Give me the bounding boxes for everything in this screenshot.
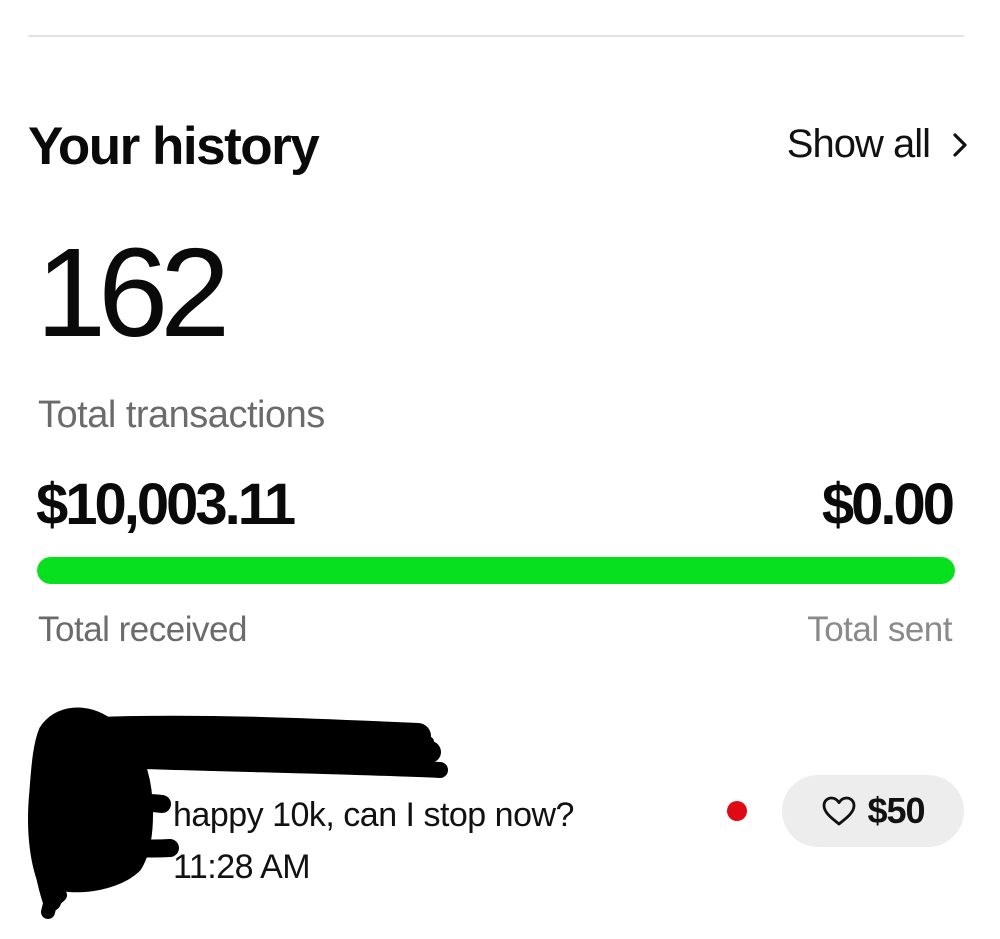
received-sent-bar bbox=[37, 557, 955, 584]
top-divider bbox=[28, 35, 964, 37]
received-bar-fill bbox=[37, 557, 955, 584]
total-received-label: Total received bbox=[38, 610, 247, 649]
total-sent-amount: $0.00 bbox=[821, 472, 955, 537]
like-button[interactable]: $50 bbox=[782, 775, 964, 847]
history-title: Your history bbox=[28, 117, 320, 176]
transaction-count: 162 bbox=[36, 222, 230, 363]
total-received-amount: $10,003.11 bbox=[36, 472, 296, 537]
like-amount: $50 bbox=[867, 790, 925, 831]
transaction-message: happy 10k, can I stop now? bbox=[173, 796, 574, 834]
transaction-count-label: Total transactions bbox=[38, 394, 325, 436]
show-all-label: Show all bbox=[786, 122, 931, 166]
transaction-time: 11:28 AM bbox=[173, 848, 311, 886]
unread-indicator bbox=[727, 801, 747, 821]
chevron-right-icon bbox=[952, 132, 968, 158]
heart-outline-icon bbox=[821, 795, 857, 827]
transaction-row[interactable]: happy 10k, can I stop now? 11:28 AM $50 bbox=[0, 690, 1000, 939]
history-header: Your history Show all bbox=[28, 112, 968, 182]
total-sent-label: Total sent bbox=[807, 610, 952, 649]
show-all-link[interactable]: Show all bbox=[787, 122, 968, 167]
